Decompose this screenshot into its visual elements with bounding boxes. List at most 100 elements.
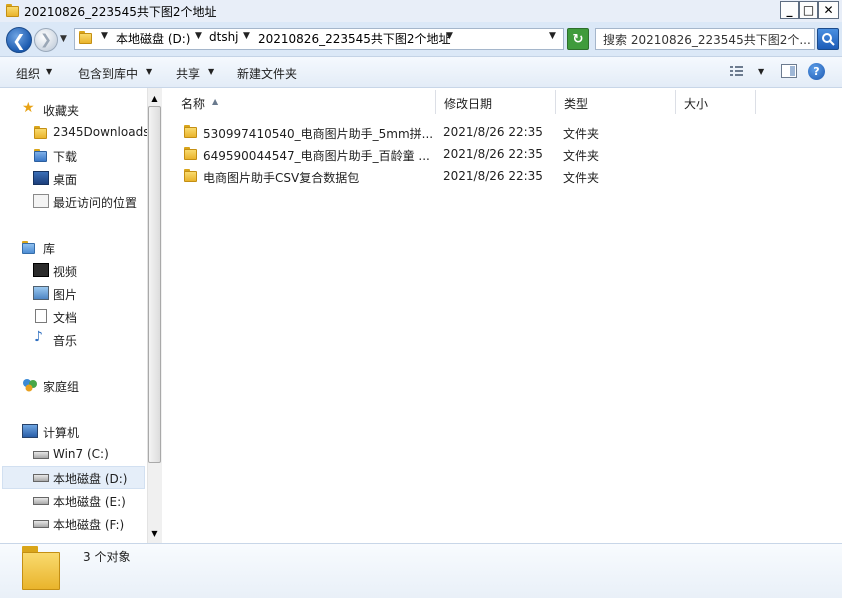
nav-item-drive-e[interactable]: 本地磁盘 (E:) xyxy=(0,489,147,511)
search-icon xyxy=(822,33,835,46)
nav-item-documents[interactable]: 文档 xyxy=(0,305,147,327)
folder-icon xyxy=(34,126,47,140)
view-options-icon[interactable] xyxy=(729,64,745,78)
music-icon: ♪ xyxy=(34,329,43,345)
chevron-down-icon: ▼ xyxy=(208,67,215,76)
forward-button[interactable]: ❯ xyxy=(34,28,58,52)
window-title: 20210826_223545共下图2个地址 xyxy=(24,5,217,19)
chevron-down-icon[interactable]: ▼ xyxy=(243,31,250,41)
homegroup-icon xyxy=(22,378,38,392)
folder-icon xyxy=(184,147,197,161)
nav-item-pictures[interactable]: 图片 xyxy=(0,282,147,304)
nav-label: 家庭组 xyxy=(43,380,80,394)
table-row[interactable]: 649590044547_电商图片助手_百龄童 ... 2021/8/26 22… xyxy=(176,143,776,165)
nav-label: 视频 xyxy=(53,265,78,279)
nav-label: 桌面 xyxy=(53,173,78,187)
nav-label: 文档 xyxy=(53,311,78,325)
picture-icon xyxy=(33,286,49,300)
preview-pane-icon[interactable] xyxy=(781,64,797,78)
nav-label: 本地磁盘 (F:) xyxy=(53,518,125,532)
nav-item-drive-c[interactable]: Win7 (C:) xyxy=(0,443,147,465)
folder-icon xyxy=(6,4,19,18)
video-icon xyxy=(33,263,49,277)
document-icon xyxy=(35,309,47,323)
column-label: 修改日期 xyxy=(444,97,493,111)
breadcrumb-item[interactable]: 本地磁盘 (D:) xyxy=(116,30,190,47)
nav-item-downloads[interactable]: 下载 xyxy=(0,144,147,166)
nav-label: 图片 xyxy=(53,288,78,302)
recent-places-icon xyxy=(33,194,49,208)
back-button[interactable]: ❮ xyxy=(6,27,32,53)
nav-favorites[interactable]: ★ 收藏夹 xyxy=(0,98,147,120)
nav-label: 收藏夹 xyxy=(43,104,80,118)
nav-item-videos[interactable]: 视频 xyxy=(0,259,147,281)
search-placeholder: 搜索 20210826_223545共下图2个... xyxy=(603,33,811,47)
column-label: 名称 xyxy=(181,97,206,111)
nav-item-2345downloads[interactable]: 2345Downloads xyxy=(0,121,149,143)
computer-icon xyxy=(22,424,38,438)
new-folder-button[interactable]: 新建文件夹 xyxy=(237,65,297,82)
nav-libraries[interactable]: 库 xyxy=(0,236,147,258)
address-history-dropdown[interactable]: ▼ xyxy=(549,31,556,41)
nav-item-recent-places[interactable]: 最近访问的位置 xyxy=(0,190,147,212)
nav-label: 本地磁盘 (E:) xyxy=(53,495,126,509)
drive-icon xyxy=(33,497,49,505)
help-icon[interactable]: ? xyxy=(808,63,825,80)
include-in-library-menu[interactable]: 包含到库中 xyxy=(78,65,138,82)
library-icon xyxy=(22,241,35,255)
file-modified: 2021/8/26 22:35 xyxy=(443,169,543,183)
column-header-name[interactable]: 名称 ▲ xyxy=(173,90,436,114)
scroll-thumb[interactable] xyxy=(148,106,161,463)
nav-label: 音乐 xyxy=(53,334,78,348)
file-name: 电商图片助手CSV复合数据包 xyxy=(203,171,360,185)
file-modified: 2021/8/26 22:35 xyxy=(443,147,543,161)
refresh-button[interactable]: ↻ xyxy=(567,28,589,50)
chevron-down-icon[interactable]: ▼ xyxy=(195,31,202,41)
nav-label: 库 xyxy=(43,242,56,256)
desktop-icon xyxy=(33,171,49,185)
nav-computer[interactable]: 计算机 xyxy=(0,420,147,442)
nav-item-desktop[interactable]: 桌面 xyxy=(0,167,147,189)
minimize-button[interactable]: _ xyxy=(780,1,799,19)
folder-icon xyxy=(79,31,92,45)
drive-icon xyxy=(33,520,49,528)
sort-ascending-icon: ▲ xyxy=(212,97,219,106)
folder-icon xyxy=(184,125,197,139)
scroll-down-button[interactable]: ▼ xyxy=(147,525,162,541)
file-type: 文件夹 xyxy=(563,149,600,163)
file-type: 文件夹 xyxy=(563,171,600,185)
nav-item-music[interactable]: ♪ 音乐 xyxy=(0,328,147,350)
chevron-down-icon[interactable]: ▼ xyxy=(101,31,108,41)
folder-icon xyxy=(184,169,197,183)
search-button[interactable] xyxy=(817,28,839,50)
large-folder-icon xyxy=(22,546,62,590)
nav-label: Win7 (C:) xyxy=(53,447,109,461)
nav-item-drive-d[interactable]: 本地磁盘 (D:) xyxy=(0,466,147,488)
column-header-size[interactable]: 大小 xyxy=(676,90,756,114)
scroll-up-button[interactable]: ▲ xyxy=(147,90,162,106)
nav-homegroup[interactable]: 家庭组 xyxy=(0,374,147,396)
table-row[interactable]: 电商图片助手CSV复合数据包 2021/8/26 22:35 文件夹 xyxy=(176,165,776,187)
nav-item-drive-f[interactable]: 本地磁盘 (F:) xyxy=(0,512,147,534)
nav-label: 计算机 xyxy=(43,426,80,440)
recent-pages-dropdown[interactable]: ▼ xyxy=(60,34,67,44)
breadcrumb-item[interactable]: 20210826_223545共下图2个地址 xyxy=(258,30,451,47)
chevron-down-icon[interactable]: ▼ xyxy=(446,31,453,41)
file-type: 文件夹 xyxy=(563,127,600,141)
file-name: 649590044547_电商图片助手_百龄童 ... xyxy=(203,149,430,163)
organize-menu[interactable]: 组织 xyxy=(16,65,40,82)
nav-label: 下载 xyxy=(53,150,78,164)
chevron-down-icon: ▼ xyxy=(46,67,53,76)
column-label: 大小 xyxy=(684,97,709,111)
column-header-type[interactable]: 类型 xyxy=(556,90,676,114)
maximize-button[interactable]: □ xyxy=(799,1,818,19)
column-header-modified[interactable]: 修改日期 xyxy=(436,90,556,114)
column-label: 类型 xyxy=(564,97,589,111)
close-button[interactable]: ✕ xyxy=(818,1,839,19)
table-row[interactable]: 530997410540_电商图片助手_5mm拼... 2021/8/26 22… xyxy=(176,121,776,143)
chevron-down-icon[interactable]: ▼ xyxy=(758,67,764,76)
chevron-down-icon: ▼ xyxy=(146,67,153,76)
share-menu[interactable]: 共享 xyxy=(176,65,200,82)
item-count: 3 个对象 xyxy=(83,550,131,564)
breadcrumb-item[interactable]: dtshj xyxy=(209,30,239,44)
